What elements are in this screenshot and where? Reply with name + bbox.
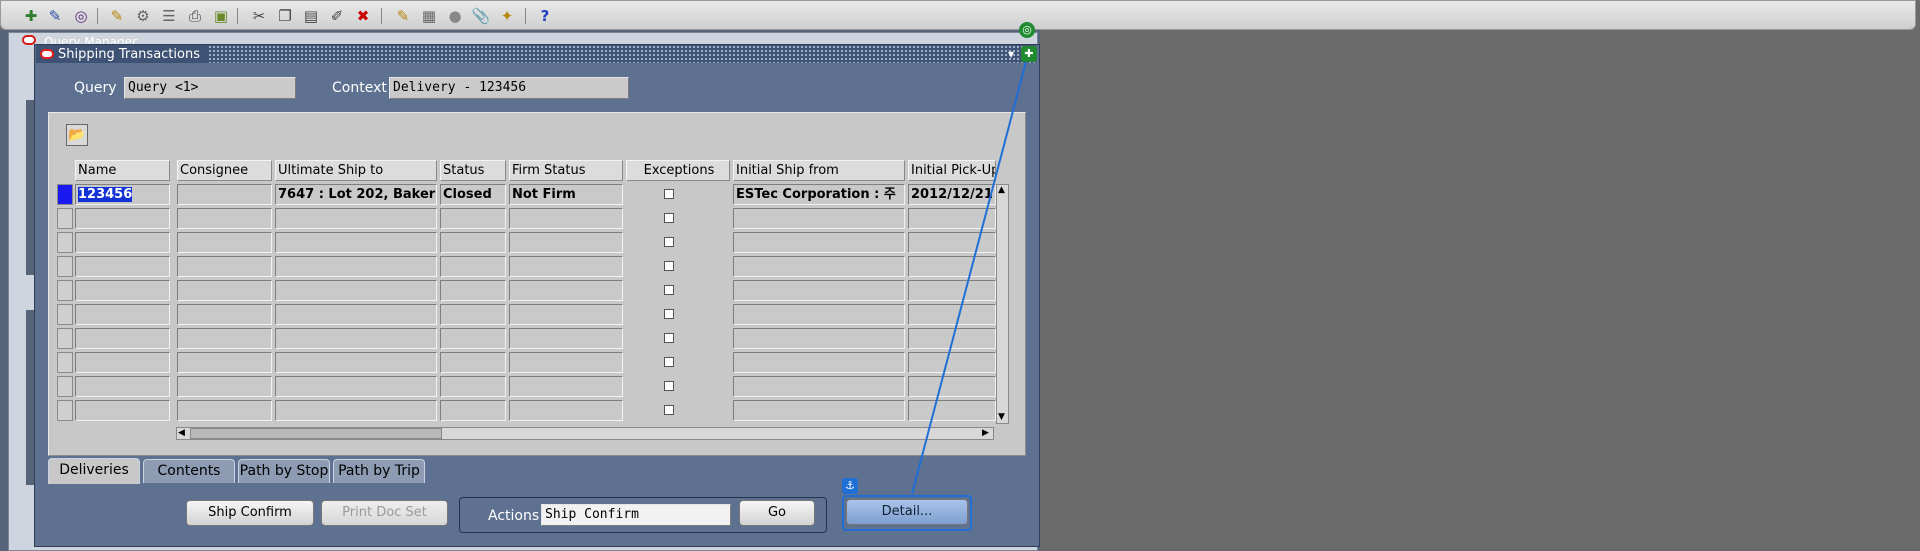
anchor-icon[interactable]: ⚓ [842, 478, 858, 494]
connector-line [911, 53, 1029, 495]
target-anchor-icon[interactable]: ◎ [1019, 22, 1035, 38]
anchor-handle-icon[interactable]: ✚ [1021, 46, 1037, 62]
connector-overlay [911, 53, 1029, 495]
